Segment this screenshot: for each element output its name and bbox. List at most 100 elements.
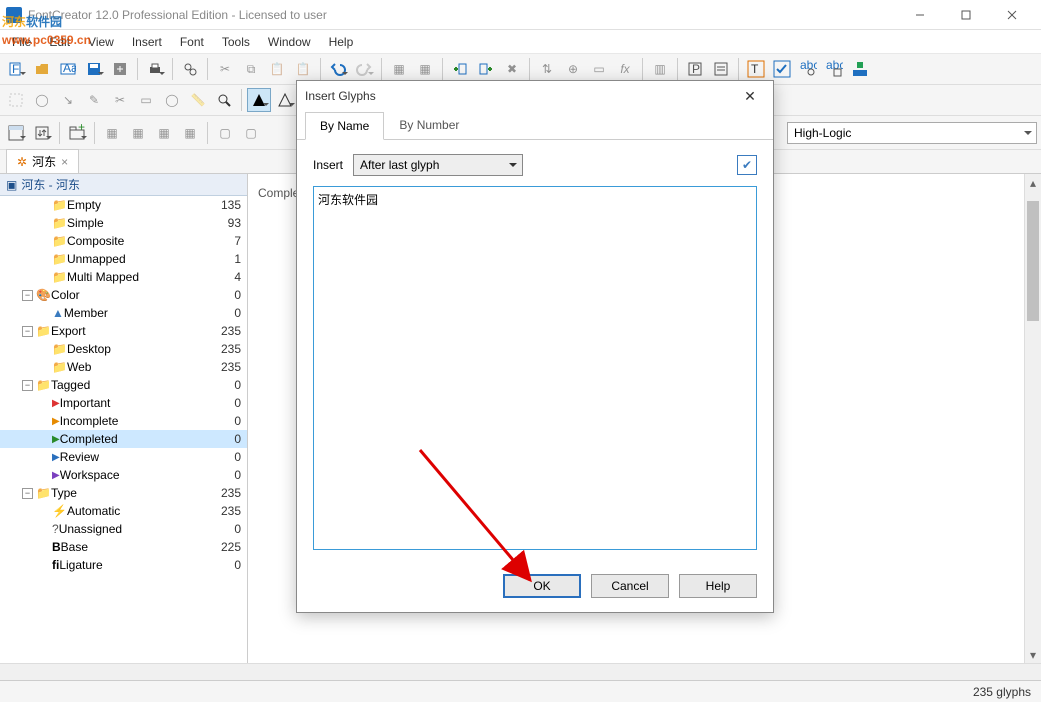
cell-2-button[interactable]: ▢ [239,121,263,145]
print-button[interactable] [143,57,167,81]
tree-row[interactable]: −📁 Export235 [0,322,247,340]
export-button[interactable] [108,57,132,81]
delete-glyph[interactable]: ✖ [500,57,524,81]
caption-mode-button[interactable] [4,121,28,145]
lasso-tool[interactable]: ◯ [30,88,54,112]
tree-row[interactable]: 📁 Composite7 [0,232,247,250]
grid-4-button[interactable]: ▦ [178,121,202,145]
menu-file[interactable]: File [4,33,39,51]
tree-row[interactable]: 📁 Empty135 [0,196,247,214]
measure-tool[interactable]: 📏 [186,88,210,112]
tree-row[interactable]: ? Unassigned0 [0,520,247,538]
menu-window[interactable]: Window [260,33,319,51]
install-font-button[interactable] [848,57,872,81]
tool-d[interactable]: ▥ [648,57,672,81]
insert-mode-select[interactable]: After last glyph [353,154,523,176]
scroll-down-icon[interactable]: ▾ [1025,646,1041,663]
ok-button[interactable]: OK [503,574,581,598]
tree-row[interactable]: ▶ Review0 [0,448,247,466]
cancel-button[interactable]: Cancel [591,574,669,598]
maximize-button[interactable] [943,0,989,30]
tree-row[interactable]: 📁 Simple93 [0,214,247,232]
document-tab[interactable]: ✲ 河东 × [6,149,79,173]
dialog-close-button[interactable]: ✕ [735,81,765,111]
abc-grid-button[interactable]: abc [822,57,846,81]
tree-row[interactable]: 📁 Web235 [0,358,247,376]
tab-by-number[interactable]: By Number [384,111,474,139]
tree-row[interactable]: ▶ Important0 [0,394,247,412]
tree-row[interactable]: 📁 Unmapped1 [0,250,247,268]
shape-rect-tool[interactable]: ▭ [134,88,158,112]
text-tool-button[interactable]: T [744,57,768,81]
expand-toggle[interactable]: − [22,290,33,301]
cut-button[interactable]: ✂ [213,57,237,81]
menu-tools[interactable]: Tools [214,33,258,51]
select-rect-tool[interactable] [4,88,28,112]
tree-scrollbar[interactable]: ▴ ▾ [1024,174,1041,663]
grid-1-button[interactable]: ▦ [100,121,124,145]
grid-2-button[interactable]: ▦ [126,121,150,145]
save-button[interactable] [82,57,106,81]
tree-row[interactable]: ▶ Completed0 [0,430,247,448]
check-panel-button[interactable] [770,57,794,81]
pen-tool[interactable]: ✎ [82,88,106,112]
tree-row[interactable]: −📁 Type235 [0,484,247,502]
copy-button[interactable]: ⧉ [239,57,263,81]
undo-button[interactable] [326,57,350,81]
close-button[interactable] [989,0,1035,30]
find-button[interactable] [178,57,202,81]
insert-glyph-left[interactable] [448,57,472,81]
help-button[interactable]: Help [679,574,757,598]
fx-button[interactable]: fx [613,57,637,81]
preview-list-button[interactable] [709,57,733,81]
insert-glyph-right[interactable] [474,57,498,81]
redo-button[interactable] [352,57,376,81]
tool-c[interactable]: ▭ [587,57,611,81]
tool-a[interactable]: ▦ [387,57,411,81]
minimize-button[interactable] [897,0,943,30]
tree-row[interactable]: −🎨 Color0 [0,286,247,304]
tree-row[interactable]: ▲ Member0 [0,304,247,322]
compose-button[interactable]: ⊕ [561,57,585,81]
paste-button[interactable]: 📋 [265,57,289,81]
auto-check-toggle[interactable]: ✔ [737,155,757,175]
tree-row[interactable]: B Base225 [0,538,247,556]
new-tab-button[interactable]: + [65,121,89,145]
sort-glyph-button[interactable] [30,121,54,145]
point-tool[interactable]: ↘ [56,88,80,112]
tree-row[interactable]: 📁 Desktop235 [0,340,247,358]
menu-edit[interactable]: Edit [41,33,78,51]
tree-row[interactable]: ▶ Workspace0 [0,466,247,484]
expand-toggle[interactable]: − [22,380,33,391]
horizontal-scrollbar[interactable] [0,663,1041,680]
tree-row[interactable]: 📁 Multi Mapped4 [0,268,247,286]
zoom-tool[interactable] [212,88,236,112]
glyph-names-textarea[interactable]: 河东软件园 [313,186,757,550]
expand-toggle[interactable]: − [22,488,33,499]
tool-b[interactable]: ▦ [413,57,437,81]
menu-font[interactable]: Font [172,33,212,51]
preview-p-button[interactable]: P [683,57,707,81]
tab-by-name[interactable]: By Name [305,112,384,140]
tree-row[interactable]: −📁 Tagged0 [0,376,247,394]
expand-toggle[interactable]: − [22,326,33,337]
fill-mode-button[interactable] [247,88,271,112]
right-field[interactable]: High-Logic [787,122,1037,144]
tree-row[interactable]: fi Ligature0 [0,556,247,574]
glyph-aa-button[interactable]: Aa [56,57,80,81]
sort-button[interactable]: ⇅ [535,57,559,81]
abc-search-button[interactable]: abc [796,57,820,81]
shape-ellipse-tool[interactable]: ◯ [160,88,184,112]
scroll-up-icon[interactable]: ▴ [1025,174,1041,191]
categories-tree[interactable]: 📁 Empty135📁 Simple93📁 Composite7📁 Unmapp… [0,196,247,663]
paste-special-button[interactable]: 📋 [291,57,315,81]
cell-1-button[interactable]: ▢ [213,121,237,145]
grid-3-button[interactable]: ▦ [152,121,176,145]
tree-row[interactable]: ▶ Incomplete0 [0,412,247,430]
menu-help[interactable]: Help [321,33,362,51]
open-button[interactable] [30,57,54,81]
tree-row[interactable]: ⚡ Automatic235 [0,502,247,520]
menu-view[interactable]: View [80,33,122,51]
menu-insert[interactable]: Insert [124,33,170,51]
close-tab-icon[interactable]: × [61,155,68,169]
